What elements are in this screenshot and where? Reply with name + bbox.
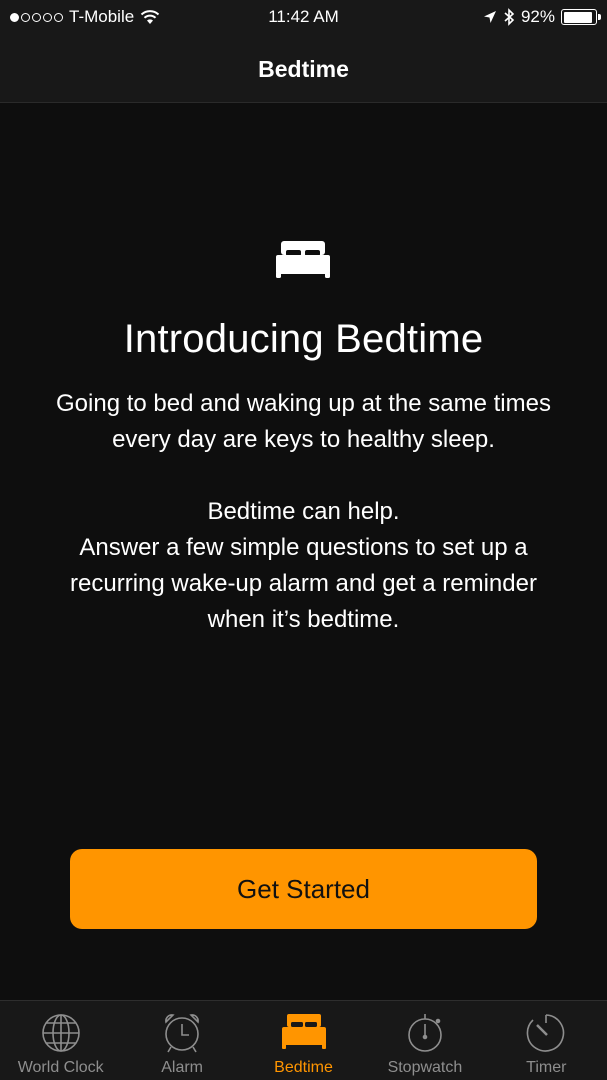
timer-icon <box>526 1014 565 1052</box>
description: Going to bed and waking up at the same t… <box>0 386 607 638</box>
tab-bar: World Clock Alarm Bedtime Stopwatch Time… <box>0 1000 607 1080</box>
stopwatch-icon <box>408 1014 442 1052</box>
globe-icon <box>41 1014 80 1052</box>
description-line: every day are keys to healthy sleep. <box>112 426 495 453</box>
bed-icon <box>281 1014 326 1049</box>
tab-bedtime[interactable]: Bedtime <box>243 1001 364 1080</box>
tab-label: Timer <box>526 1059 567 1076</box>
description-line: Answer a few simple questions to set up … <box>79 534 528 561</box>
tab-alarm[interactable]: Alarm <box>121 1001 242 1080</box>
battery-level <box>563 11 593 23</box>
bluetooth-icon <box>504 8 515 26</box>
location-arrow-icon <box>483 11 496 23</box>
tab-label: World Clock <box>17 1059 104 1076</box>
battery-percent: 92% <box>520 7 555 26</box>
status-right: 92% <box>483 7 601 27</box>
description-line: when it’s bedtime. <box>207 606 400 633</box>
tab-label: Bedtime <box>274 1059 333 1076</box>
description-line: recurring wake-up alarm and get a remind… <box>70 570 537 597</box>
get-started-button[interactable]: Get Started <box>70 849 537 929</box>
battery-icon <box>561 9 601 25</box>
description-line: Bedtime can help. <box>207 498 400 525</box>
tab-stopwatch[interactable]: Stopwatch <box>364 1001 485 1080</box>
alarm-clock-icon <box>165 1014 199 1053</box>
tab-timer[interactable]: Timer <box>486 1001 607 1080</box>
tab-label: Alarm <box>161 1059 203 1076</box>
bedtime-intro: Introducing Bedtime Going to bed and wak… <box>0 104 607 1000</box>
status-bar: T-Mobile 11:42 AM 92% <box>0 0 607 36</box>
bed-icon <box>276 241 330 278</box>
description-line: Going to bed and waking up at the same t… <box>56 390 551 417</box>
headline: Introducing Bedtime <box>123 317 484 361</box>
navigation-bar: Bedtime <box>0 36 607 103</box>
tab-label: Stopwatch <box>387 1059 463 1076</box>
page-title: Bedtime <box>258 55 349 82</box>
tab-world-clock[interactable]: World Clock <box>0 1001 121 1080</box>
